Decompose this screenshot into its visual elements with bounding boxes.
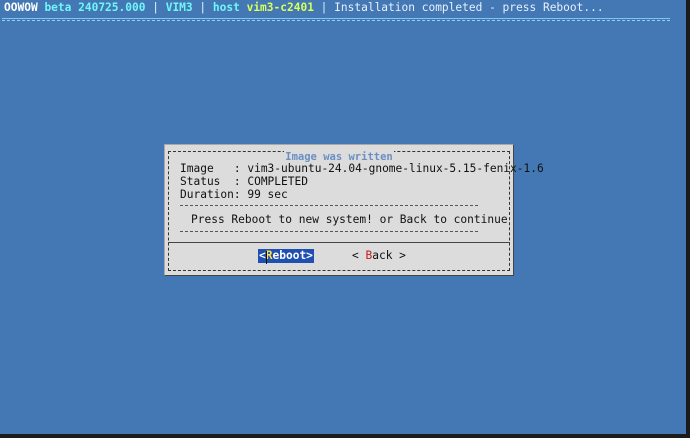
message-text: Press Reboot to new system! or Back to c… (191, 213, 508, 226)
dialog-box: Image was written Image : vim3-ubuntu-24… (164, 144, 544, 276)
version-label: beta 240725.000 (44, 1, 146, 14)
status-line: Status : COMPLETED (180, 175, 308, 188)
dialog-frame: Image was written Image : vim3-ubuntu-24… (168, 151, 544, 271)
text-cursor (266, 251, 267, 264)
image-line: Image : vim3-ubuntu-24.04-gnome-linux-5.… (180, 162, 544, 175)
header-divider (2, 18, 670, 21)
host-label: host (212, 1, 240, 14)
brand-label: OOWOW (4, 1, 38, 14)
status-separator: | (313, 1, 335, 14)
reboot-bracket-open: < (259, 249, 266, 262)
host-name: vim3-c2401 (246, 1, 314, 14)
button-row-divider (168, 242, 510, 243)
status-separator: | (145, 1, 166, 14)
status-message: Installation completed - press Reboot... (334, 1, 604, 14)
back-bracket-open: < (352, 249, 366, 262)
back-label-rest: ack > (372, 249, 406, 262)
back-button[interactable]: < Back > (352, 249, 406, 263)
message-divider-bottom (180, 231, 478, 232)
device-label: VIM3 (165, 1, 193, 14)
status-separator: | (192, 1, 213, 14)
status-bar: OOWOW beta 240725.000 | VIM3 | host vim3… (4, 1, 604, 15)
message-divider-top (180, 205, 478, 206)
terminal-screen: OOWOW beta 240725.000 | VIM3 | host vim3… (0, 0, 686, 434)
duration-line: Duration: 99 sec (180, 188, 288, 201)
reboot-label-rest: eboot> (272, 249, 313, 262)
